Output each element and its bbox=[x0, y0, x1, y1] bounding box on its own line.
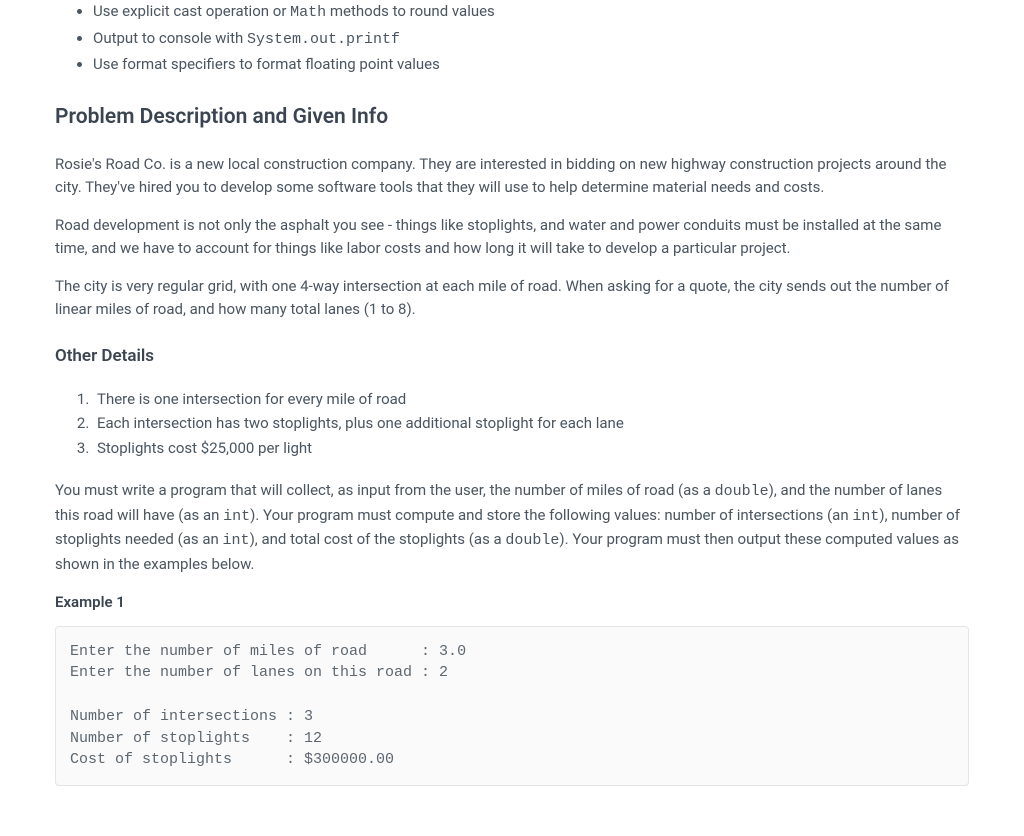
heading-problem-description: Problem Description and Given Info bbox=[55, 102, 969, 134]
inline-code: System.out.printf bbox=[247, 31, 400, 48]
text: ), and total cost of the stoplights (as … bbox=[250, 530, 506, 548]
heading-other-details: Other Details bbox=[55, 344, 969, 370]
example-label: Example 1 bbox=[55, 591, 969, 614]
inline-code: int bbox=[852, 508, 879, 525]
paragraph: The city is very regular grid, with one … bbox=[55, 275, 969, 320]
paragraph: You must write a program that will colle… bbox=[55, 479, 969, 575]
paragraph: Rosie's Road Co. is a new local construc… bbox=[55, 153, 969, 198]
example-code-block: Enter the number of miles of road : 3.0 … bbox=[55, 626, 969, 787]
bullet-item: Use explicit cast operation or Math meth… bbox=[93, 0, 969, 25]
bullet-text: methods to round values bbox=[326, 2, 495, 20]
inline-code: int bbox=[223, 508, 250, 525]
paragraph: Road development is not only the asphalt… bbox=[55, 214, 969, 259]
inline-code: int bbox=[223, 532, 250, 549]
inline-code: double bbox=[505, 532, 559, 549]
bullet-item: Use format specifiers to format floating… bbox=[93, 53, 969, 76]
bullet-text: Use explicit cast operation or bbox=[93, 2, 290, 20]
ordered-item: Stoplights cost $25,000 per light bbox=[93, 437, 969, 460]
bullet-list: Use explicit cast operation or Math meth… bbox=[55, 0, 969, 76]
bullet-item: Output to console with System.out.printf bbox=[93, 27, 969, 52]
text: You must write a program that will colle… bbox=[55, 481, 715, 499]
ordered-item: Each intersection has two stoplights, pl… bbox=[93, 412, 969, 435]
inline-code: Math bbox=[290, 4, 326, 21]
inline-code: double bbox=[715, 483, 769, 500]
ordered-item: There is one intersection for every mile… bbox=[93, 388, 969, 411]
bullet-text: Use format specifiers to format floating… bbox=[93, 55, 440, 73]
text: ). Your program must compute and store t… bbox=[250, 506, 852, 524]
ordered-list: There is one intersection for every mile… bbox=[55, 388, 969, 460]
bullet-text: Output to console with bbox=[93, 29, 247, 47]
